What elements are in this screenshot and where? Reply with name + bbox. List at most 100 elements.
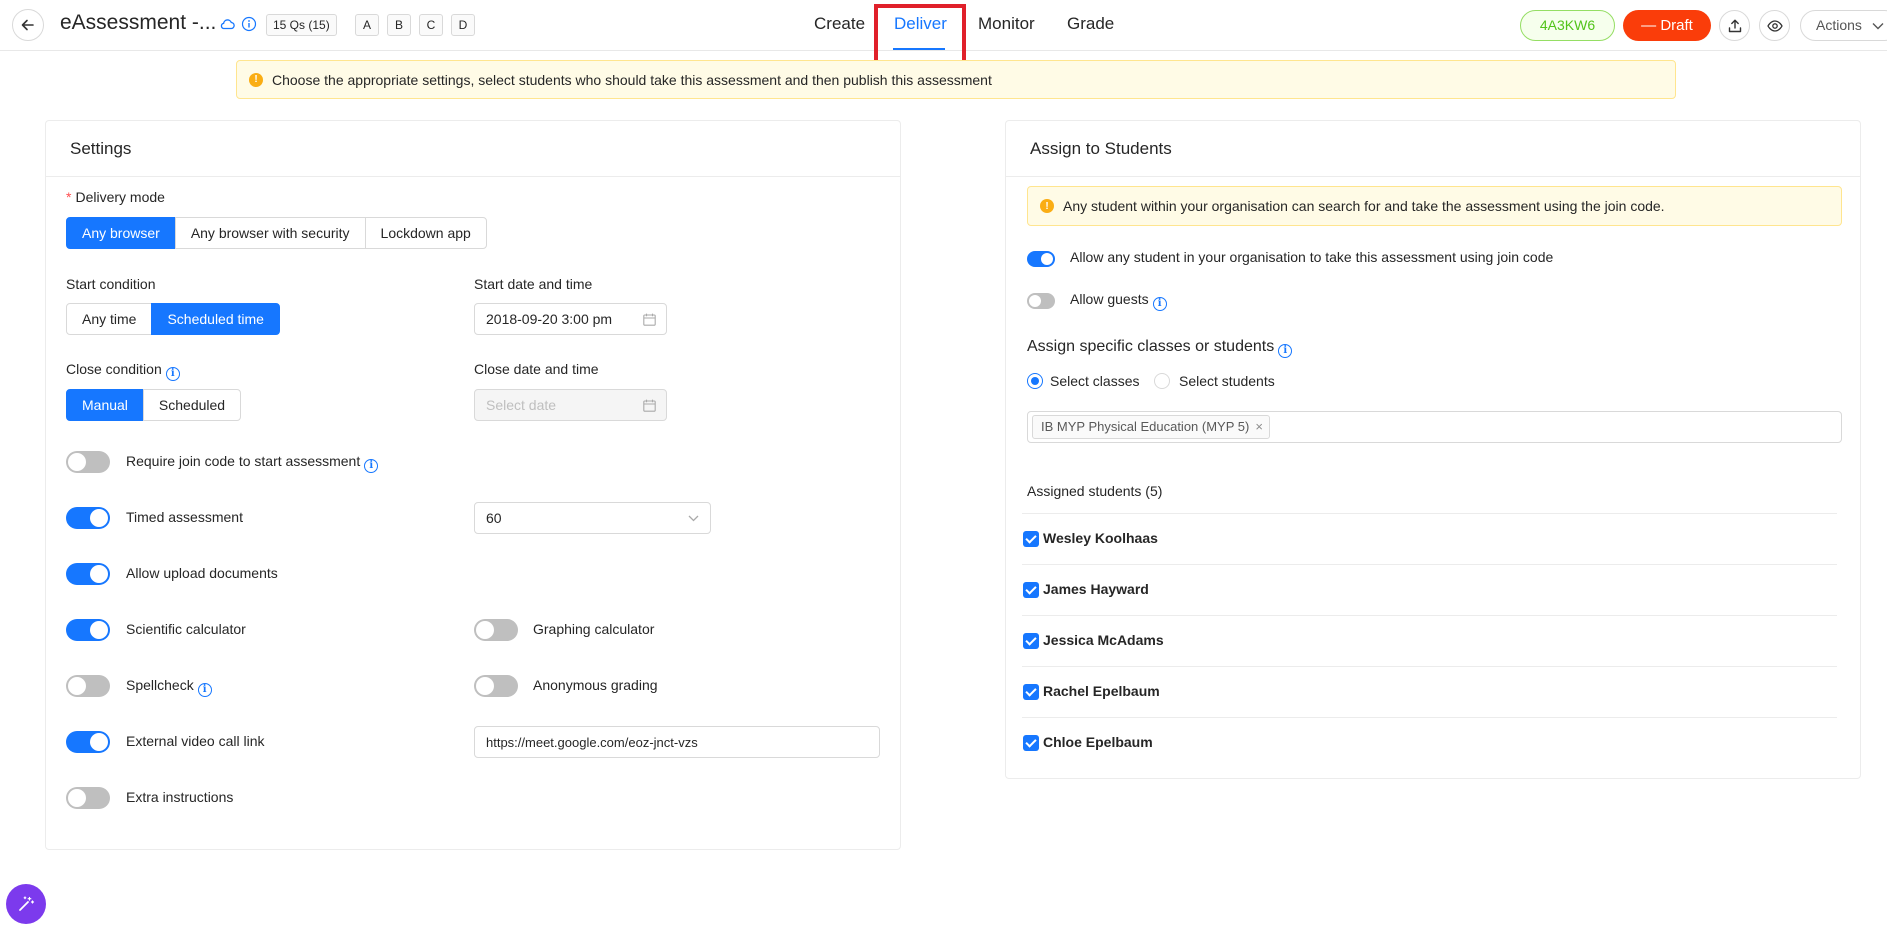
close-condition-info-icon[interactable]: i xyxy=(165,367,180,381)
version-d-badge[interactable]: D xyxy=(451,14,475,36)
assigned-students-label: Assigned students (5) xyxy=(1027,483,1163,499)
top-bar: eAssessment -... 15 Qs (15) A B C D Crea… xyxy=(0,0,1887,66)
tab-create[interactable]: Create xyxy=(814,14,865,34)
allow-any-student-label: Allow any student in your organisation t… xyxy=(1070,249,1554,265)
graphing-calculator-toggle[interactable] xyxy=(474,619,518,641)
close-datetime-placeholder: Select date xyxy=(486,397,557,413)
select-students-radio[interactable] xyxy=(1154,373,1170,389)
student-checkbox[interactable] xyxy=(1023,531,1039,547)
scientific-calculator-toggle[interactable] xyxy=(66,619,110,641)
cloud-icon xyxy=(220,19,235,30)
graphing-calculator-label: Graphing calculator xyxy=(533,621,655,637)
select-classes-label: Select classes xyxy=(1050,373,1140,389)
timed-assessment-label: Timed assessment xyxy=(126,509,243,525)
allow-guests-label: Allow guests i xyxy=(1070,291,1167,311)
tab-monitor[interactable]: Monitor xyxy=(978,14,1035,34)
assign-students-title: Assign to Students xyxy=(1006,121,1860,177)
draft-status-label: Draft xyxy=(1660,17,1693,34)
student-name: James Hayward xyxy=(1043,581,1149,597)
questions-badge: 15 Qs (15) xyxy=(266,14,337,36)
actions-label: Actions xyxy=(1816,17,1862,33)
video-call-url-value: https://meet.google.com/eoz-jnct-vzs xyxy=(486,735,698,750)
start-any-time[interactable]: Any time xyxy=(66,303,153,335)
magic-wand-button[interactable] xyxy=(6,884,46,924)
version-c-badge[interactable]: C xyxy=(419,14,443,36)
join-code-info-icon[interactable]: i xyxy=(364,459,379,473)
allow-guests-toggle[interactable] xyxy=(1027,293,1055,309)
video-call-toggle[interactable] xyxy=(66,731,110,753)
start-datetime-input[interactable]: 2018-09-20 3:00 pm xyxy=(474,303,667,335)
extra-instructions-toggle[interactable] xyxy=(66,787,110,809)
join-code-label: Require join code to start assessment i xyxy=(126,453,379,473)
select-classes-radio[interactable] xyxy=(1027,373,1043,389)
close-manual[interactable]: Manual xyxy=(66,389,144,421)
assign-specific-title: Assign specific classes or students i xyxy=(1027,338,1293,358)
delivery-any-browser[interactable]: Any browser xyxy=(66,217,176,249)
time-limit-select[interactable]: 60 xyxy=(474,502,711,534)
student-name: Wesley Koolhaas xyxy=(1043,530,1158,546)
join-code-toggle[interactable] xyxy=(66,451,110,473)
start-datetime-label: Start date and time xyxy=(474,276,593,292)
actions-dropdown[interactable]: Actions xyxy=(1800,10,1887,41)
warning-icon: ! xyxy=(249,72,263,87)
start-datetime-value: 2018-09-20 3:00 pm xyxy=(486,311,613,327)
warning-icon: ! xyxy=(1040,199,1054,213)
upload-documents-label: Allow upload documents xyxy=(126,565,278,581)
preview-button[interactable] xyxy=(1759,10,1790,41)
chevron-down-icon xyxy=(688,515,699,522)
class-select-input[interactable]: IB MYP Physical Education (MYP 5) × xyxy=(1027,411,1842,443)
anonymous-grading-toggle[interactable] xyxy=(474,675,518,697)
close-condition-selector: Manual Scheduled xyxy=(66,389,242,421)
close-datetime-label: Close date and time xyxy=(474,361,599,377)
eye-icon xyxy=(1766,19,1783,32)
student-checkbox[interactable] xyxy=(1023,582,1039,598)
delivery-mode-selector: Any browser Any browser with security Lo… xyxy=(66,217,487,249)
student-row: Jessica McAdams xyxy=(1022,615,1837,666)
start-condition-selector: Any time Scheduled time xyxy=(66,303,280,335)
allow-guests-info-icon[interactable]: i xyxy=(1152,297,1167,311)
info-icon[interactable] xyxy=(241,16,257,32)
calendar-icon xyxy=(643,313,656,326)
select-students-label: Select students xyxy=(1179,373,1275,389)
allow-any-student-toggle[interactable] xyxy=(1027,251,1055,267)
student-checkbox[interactable] xyxy=(1023,633,1039,649)
spellcheck-toggle[interactable] xyxy=(66,675,110,697)
student-name: Rachel Epelbaum xyxy=(1043,683,1160,699)
arrow-left-icon xyxy=(21,19,34,31)
student-name: Jessica McAdams xyxy=(1043,632,1164,648)
remove-tag-icon[interactable]: × xyxy=(1255,419,1263,434)
close-scheduled[interactable]: Scheduled xyxy=(142,389,242,421)
timed-assessment-toggle[interactable] xyxy=(66,507,110,529)
extra-instructions-label: Extra instructions xyxy=(126,789,234,805)
banner-text: Choose the appropriate settings, select … xyxy=(272,71,992,88)
version-b-badge[interactable]: B xyxy=(387,14,411,36)
upload-documents-toggle[interactable] xyxy=(66,563,110,585)
student-row: Rachel Epelbaum xyxy=(1022,666,1837,717)
magic-wand-icon xyxy=(19,896,35,911)
spellcheck-label: Spellcheck i xyxy=(126,677,212,697)
export-button[interactable] xyxy=(1719,10,1750,41)
student-checkbox[interactable] xyxy=(1023,735,1039,751)
version-a-badge[interactable]: A xyxy=(355,14,379,36)
draft-status-button[interactable]: — Draft xyxy=(1623,10,1711,41)
close-datetime-input[interactable]: Select date xyxy=(474,389,667,421)
deliver-tab-highlight xyxy=(874,4,966,66)
delivery-secure-browser[interactable]: Any browser with security xyxy=(174,217,366,249)
start-condition-label: Start condition xyxy=(66,276,156,292)
spellcheck-info-icon[interactable]: i xyxy=(197,683,212,697)
video-call-label: External video call link xyxy=(126,733,265,749)
student-checkbox[interactable] xyxy=(1023,684,1039,700)
tab-grade[interactable]: Grade xyxy=(1067,14,1114,34)
join-code-badge[interactable]: 4A3KW6 xyxy=(1520,10,1615,41)
join-code-notice: ! Any student within your organisation c… xyxy=(1027,186,1842,226)
start-scheduled-time[interactable]: Scheduled time xyxy=(151,303,280,335)
chevron-down-icon xyxy=(1872,23,1884,30)
settings-title: Settings xyxy=(46,121,900,177)
back-button[interactable] xyxy=(12,9,44,41)
assign-specific-info-icon[interactable]: i xyxy=(1278,344,1293,358)
instructions-banner: ! Choose the appropriate settings, selec… xyxy=(236,60,1676,99)
assessment-title[interactable]: eAssessment -... xyxy=(60,11,216,35)
delivery-lockdown-app[interactable]: Lockdown app xyxy=(364,217,487,249)
calendar-icon xyxy=(643,399,656,412)
video-call-url-input[interactable]: https://meet.google.com/eoz-jnct-vzs xyxy=(474,726,880,758)
